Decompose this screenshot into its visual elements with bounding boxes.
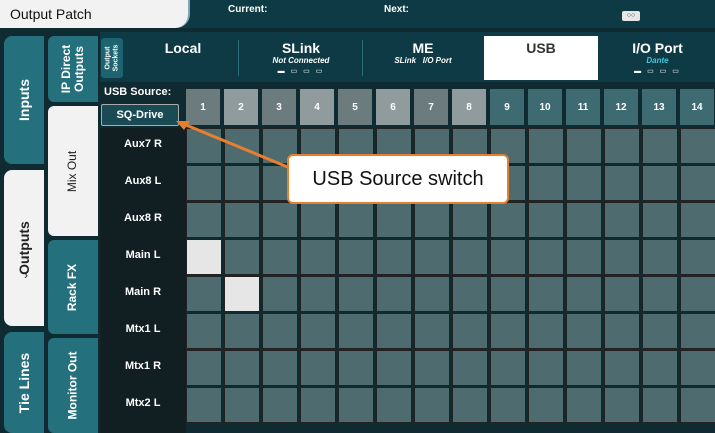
arrow-line bbox=[185, 123, 291, 170]
callout-arrow bbox=[176, 121, 291, 170]
callout-box: USB Source switch bbox=[287, 154, 509, 204]
